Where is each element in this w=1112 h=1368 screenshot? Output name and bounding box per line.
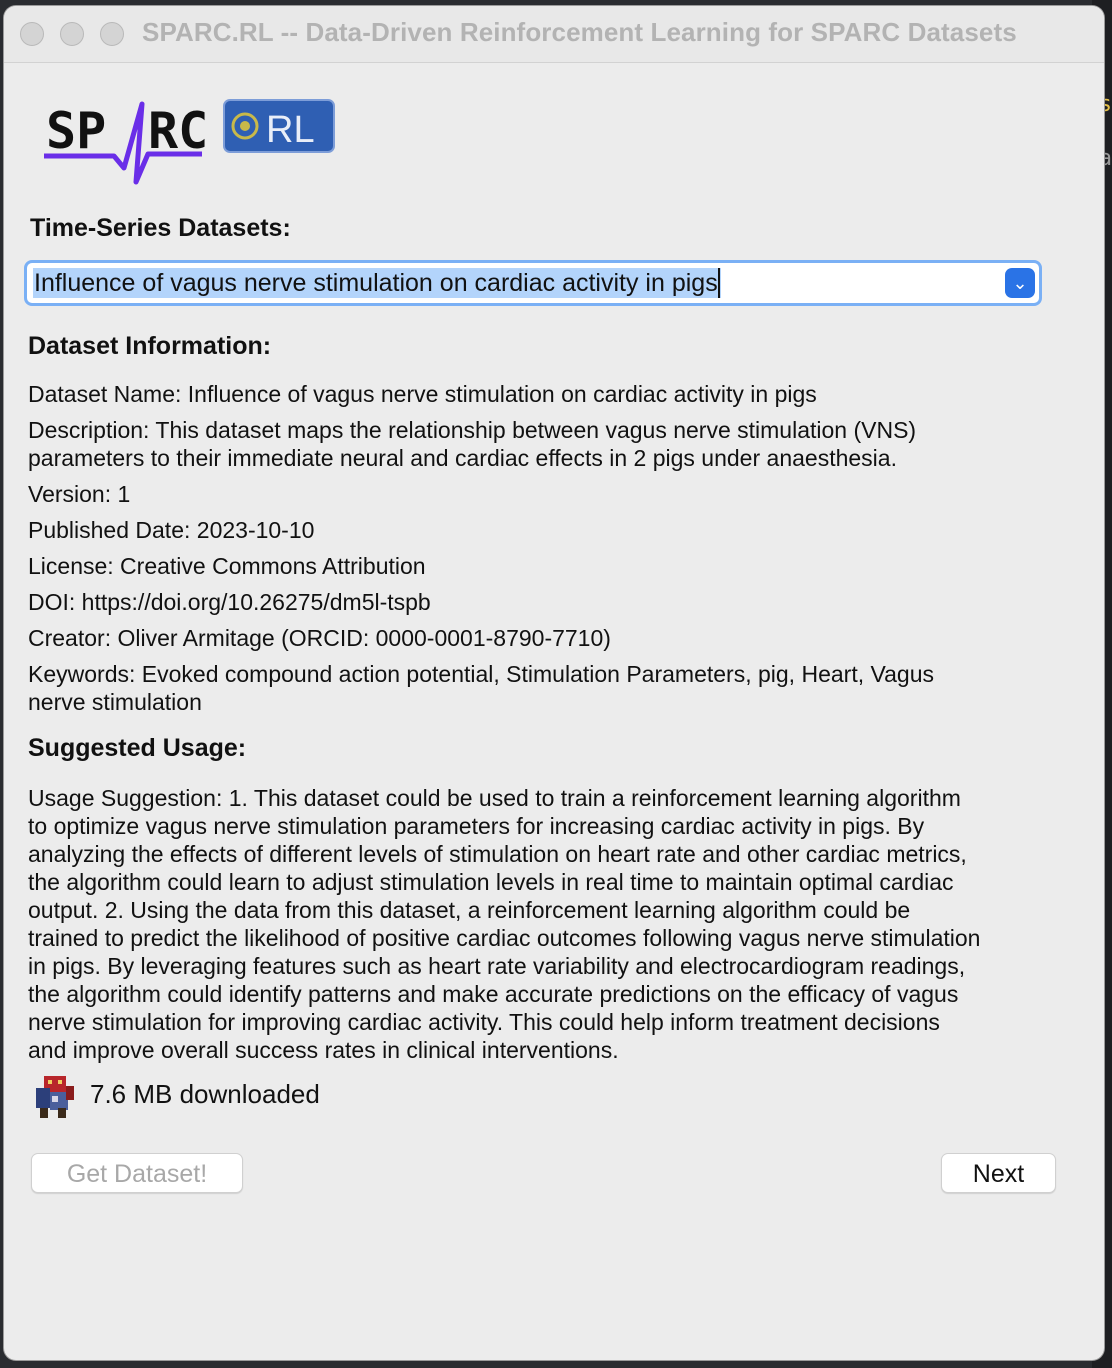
title-bar[interactable]: SPARC.RL -- Data-Driven Reinforcement Le… (4, 6, 1104, 63)
app-window: SPARC.RL -- Data-Driven Reinforcement Le… (4, 6, 1104, 1360)
dataset-keywords-line1: Keywords: Evoked compound action potenti… (28, 661, 934, 687)
dataset-version: Version: 1 (28, 481, 131, 507)
zoom-window-button[interactable] (100, 22, 124, 46)
usage-line: and improve overall success rates in cli… (28, 1037, 619, 1063)
download-status-text: 7.6 MB downloaded (90, 1079, 320, 1109)
svg-text:RL: RL (266, 109, 315, 151)
usage-line: the algorithm could identify patterns an… (28, 981, 959, 1007)
dataset-license: License: Creative Commons Attribution (28, 553, 426, 579)
svg-text:SP: SP (46, 102, 106, 160)
usage-line: to optimize vagus nerve stimulation para… (28, 813, 925, 839)
dataset-info-heading: Dataset Information: (28, 332, 272, 360)
download-status-icon (36, 1076, 74, 1118)
usage-line: trained to predict the likelihood of pos… (28, 925, 981, 951)
suggested-usage-heading: Suggested Usage: (28, 734, 247, 762)
usage-line: Usage Suggestion: 1. This dataset could … (28, 785, 961, 811)
dataset-doi: DOI: https://doi.org/10.26275/dm5l-tspb (28, 589, 431, 615)
dataset-keywords-line2: nerve stimulation (28, 689, 202, 715)
sparc-rl-logo: SP RC RL (44, 99, 335, 185)
dataset-description-line2: parameters to their immediate neural and… (28, 445, 897, 471)
dataset-select[interactable]: Influence of vagus nerve stimulation on … (24, 260, 1042, 306)
usage-line: analyzing the effects of different level… (28, 841, 967, 867)
dataset-name: Dataset Name: Influence of vagus nerve s… (28, 381, 817, 407)
get-dataset-button[interactable]: Get Dataset! (31, 1153, 243, 1193)
datasets-label: Time-Series Datasets: (30, 214, 291, 242)
next-button[interactable]: Next (941, 1153, 1056, 1193)
close-window-button[interactable] (20, 22, 44, 46)
usage-line: the algorithm could learn to adjust stim… (28, 869, 954, 895)
dataset-creator: Creator: Oliver Armitage (ORCID: 0000-00… (28, 625, 611, 651)
usage-line: in pigs. By leveraging features such as … (28, 953, 966, 979)
minimize-window-button[interactable] (60, 22, 84, 46)
usage-line: nerve stimulation for improving cardiac … (28, 1009, 940, 1035)
svg-text:RC: RC (148, 102, 208, 160)
dataset-description-line1: Description: This dataset maps the relat… (28, 417, 917, 443)
dataset-select-value[interactable]: Influence of vagus nerve stimulation on … (33, 268, 721, 298)
usage-suggestion-text: Usage Suggestion: 1. This dataset could … (28, 784, 1038, 1064)
dataset-published-date: Published Date: 2023-10-10 (28, 517, 315, 543)
window-title: SPARC.RL -- Data-Driven Reinforcement Le… (142, 17, 1017, 47)
chevron-down-icon[interactable]: ⌄ (1005, 268, 1035, 298)
usage-line: output. 2. Using the data from this data… (28, 897, 911, 923)
